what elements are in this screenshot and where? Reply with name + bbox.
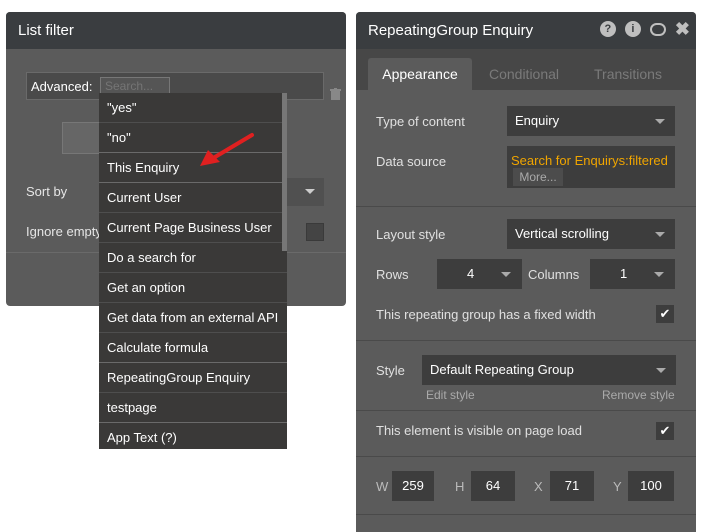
tab-conditional[interactable]: Conditional [476, 58, 572, 90]
chevron-down-icon [656, 368, 666, 373]
chevron-down-icon [655, 119, 665, 124]
dropdown-item-no[interactable]: "no" [99, 123, 287, 153]
fixed-width-label: This repeating group has a fixed width [376, 307, 596, 322]
tab-appearance[interactable]: Appearance [368, 58, 472, 90]
chevron-down-icon [655, 232, 665, 237]
data-source-field[interactable]: Search for Enquirys:filtered More... [507, 146, 675, 188]
columns-label: Columns [528, 267, 580, 282]
chevron-down-icon [654, 272, 664, 277]
dropdown-item-app-text[interactable]: App Text (?) [99, 423, 287, 449]
chevron-down-icon [305, 189, 315, 194]
style-value: Default Repeating Group [430, 362, 574, 377]
style-label: Style [376, 363, 405, 378]
dropdown-item-current-page-business-user[interactable]: Current Page Business User [99, 213, 287, 243]
chevron-down-icon [501, 272, 511, 277]
divider [356, 410, 696, 411]
type-of-content-select[interactable]: Enquiry [507, 106, 675, 136]
trash-icon[interactable] [330, 88, 341, 100]
style-select[interactable]: Default Repeating Group [422, 355, 676, 385]
dropdown-item-get-option[interactable]: Get an option [99, 273, 287, 303]
visible-on-load-checkbox[interactable]: ✔ [656, 422, 674, 440]
data-source-label: Data source [376, 154, 447, 169]
dropdown-item-this-enquiry[interactable]: This Enquiry [99, 153, 287, 183]
layout-style-select[interactable]: Vertical scrolling [507, 219, 675, 249]
data-source-value[interactable]: Search for Enquirys:filtered [511, 153, 668, 168]
dropdown-item-yes[interactable]: "yes" [99, 93, 287, 123]
property-editor-title: RepeatingGroup Enquiry [368, 22, 534, 39]
dropdown-item-calculate-formula[interactable]: Calculate formula [99, 333, 287, 363]
y-label: Y [613, 479, 622, 494]
list-filter-title: List filter [6, 12, 346, 49]
rows-label: Rows [376, 267, 409, 282]
tab-bar: Appearance Conditional Transitions [356, 49, 696, 90]
x-label: X [534, 479, 543, 494]
fixed-width-checkbox[interactable]: ✔ [656, 305, 674, 323]
dropdown-item-testpage[interactable]: testpage [99, 393, 287, 423]
divider [356, 206, 696, 207]
header-icons: ? i ✖ [599, 20, 690, 38]
type-of-content-value: Enquiry [515, 113, 560, 128]
comment-icon[interactable] [649, 22, 666, 36]
sort-by-label: Sort by [26, 184, 68, 199]
divider [356, 340, 696, 341]
visible-on-load-label: This element is visible on page load [376, 423, 582, 438]
dropdown-item-external-api[interactable]: Get data from an external API [99, 303, 287, 333]
ignore-empty-label: Ignore empty [26, 224, 102, 239]
columns-value: 1 [620, 266, 628, 281]
y-input[interactable]: 100 [628, 471, 674, 501]
remove-style-link[interactable]: Remove style [602, 388, 675, 402]
divider [356, 514, 696, 515]
red-arrow-annotation [200, 133, 254, 166]
rows-select[interactable]: 4 [437, 259, 522, 289]
layout-style-label: Layout style [376, 227, 446, 242]
height-input[interactable]: 64 [471, 471, 515, 501]
columns-select[interactable]: 1 [590, 259, 675, 289]
divider [356, 456, 696, 457]
type-of-content-label: Type of content [376, 114, 465, 129]
ignore-empty-checkbox[interactable] [306, 223, 324, 241]
edit-style-link[interactable]: Edit style [426, 388, 475, 402]
dropdown-item-do-a-search[interactable]: Do a search for [99, 243, 287, 273]
more-button[interactable]: More... [513, 168, 563, 186]
x-input[interactable]: 71 [550, 471, 594, 501]
tab-transitions[interactable]: Transitions [580, 58, 676, 90]
advanced-label: Advanced: [31, 79, 93, 94]
property-editor-header: RepeatingGroup Enquiry ? i ✖ [356, 12, 696, 49]
help-icon[interactable]: ? [599, 21, 616, 37]
dropdown-scrollbar[interactable] [282, 93, 287, 251]
h-label: H [455, 479, 465, 494]
dropdown-item-current-user[interactable]: Current User [99, 183, 287, 213]
info-icon[interactable]: i [624, 21, 641, 37]
dynamic-expression-dropdown: "yes" "no" This Enquiry Current User Cur… [99, 93, 287, 449]
property-editor-panel: RepeatingGroup Enquiry ? i ✖ Appearance … [356, 12, 696, 532]
rows-value: 4 [467, 266, 475, 281]
close-icon[interactable]: ✖ [675, 20, 690, 38]
width-input[interactable]: 259 [392, 471, 434, 501]
layout-style-value: Vertical scrolling [515, 226, 609, 241]
w-label: W [376, 479, 389, 494]
dropdown-item-repeatinggroup-enquiry[interactable]: RepeatingGroup Enquiry [99, 363, 287, 393]
